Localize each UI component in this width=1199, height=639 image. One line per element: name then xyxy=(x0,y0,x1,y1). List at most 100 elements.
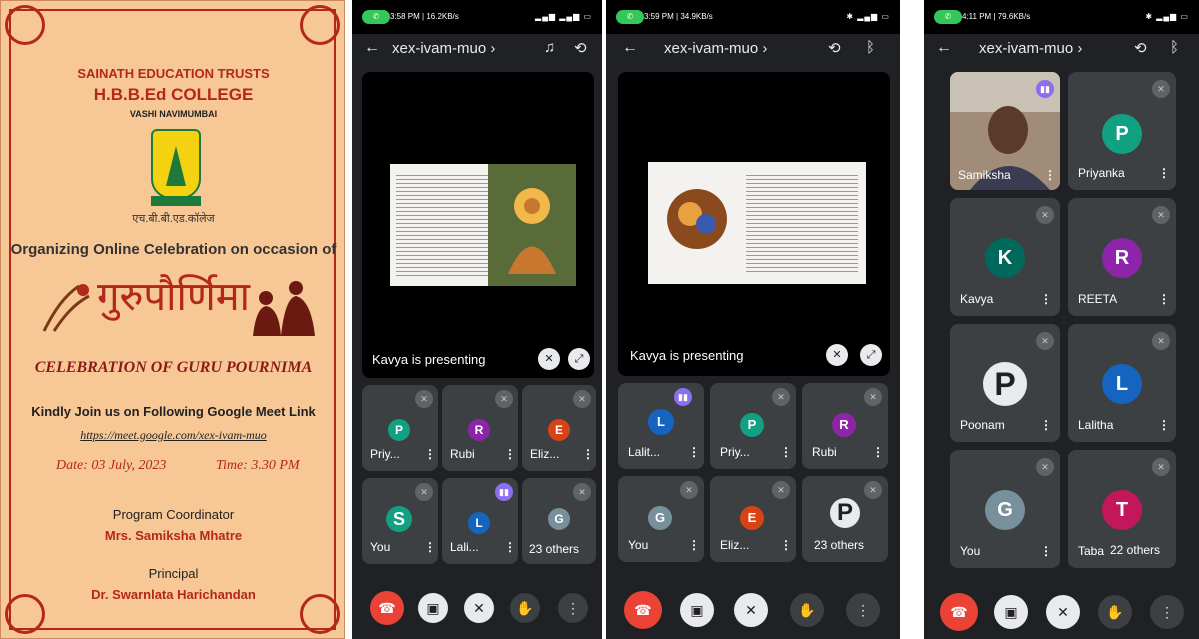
raise-hand-icon[interactable]: ✋ xyxy=(790,593,824,627)
bluetooth-icon[interactable]: ᛒ xyxy=(1170,39,1179,56)
avatar: L xyxy=(468,512,490,534)
participant-name: Lalit... xyxy=(628,445,661,459)
fullscreen-icon[interactable]: ⤢ xyxy=(568,348,590,370)
invite-text: Kindly Join us on Following Google Meet … xyxy=(31,404,316,419)
call-controls: ☎ ▣ ✕ ✋ ⋮ xyxy=(606,581,900,639)
mic-off-icon[interactable]: ✕ xyxy=(826,344,848,366)
mic-off-icon: ✕ xyxy=(1152,458,1170,476)
college-name-hindi: एच.बी.बी.एड.कॉलेज xyxy=(132,213,215,225)
raise-hand-icon[interactable]: ✋ xyxy=(1098,595,1132,629)
back-arrow-icon[interactable]: ← xyxy=(364,39,380,57)
mic-off-icon: ✕ xyxy=(864,481,882,499)
end-call-button[interactable]: ☎ xyxy=(940,593,978,631)
presenting-label: Kavya is presenting xyxy=(630,348,744,363)
status-time: 4:11 PM | 79.6KB/s xyxy=(962,12,1031,21)
participant-tile[interactable]: ▮▮ L Lali... ⋮ xyxy=(442,478,518,564)
participant-name: Taba xyxy=(1078,544,1105,558)
participant-tile[interactable]: ✕ R REETA ⋮ xyxy=(1068,198,1176,316)
participant-tile[interactable]: ✕ S You ⋮ xyxy=(362,478,438,564)
others-count: 22 others xyxy=(1106,541,1165,559)
switch-camera-icon[interactable]: ⟲ xyxy=(828,39,841,57)
participant-tile[interactable]: ✕ P Priy... ⋮ xyxy=(710,383,796,469)
participant-tile[interactable]: ✕ T Taba 22 others xyxy=(1068,450,1176,568)
avatar: G xyxy=(985,490,1025,530)
others-tile[interactable]: ✕ G 23 others xyxy=(522,478,596,564)
camera-off-icon[interactable]: ▣ xyxy=(994,595,1028,629)
corner-ornament-icon xyxy=(5,5,45,45)
meet-link[interactable]: https://meet.google.com/xex-ivam-muo xyxy=(1,428,344,443)
more-options-icon: ⋮ xyxy=(582,447,594,461)
more-options-icon: ⋮ xyxy=(1158,166,1170,180)
fullscreen-icon[interactable]: ⤢ xyxy=(860,344,882,366)
switch-camera-icon[interactable]: ⟲ xyxy=(1134,39,1147,57)
participant-name: You xyxy=(960,544,981,558)
more-options-icon: ⋮ xyxy=(780,445,792,459)
participant-name: You xyxy=(628,538,649,552)
avatar: E xyxy=(548,419,570,441)
mic-off-icon: ✕ xyxy=(495,390,513,408)
participant-tile[interactable]: ✕ P Priyanka ⋮ xyxy=(1068,72,1176,190)
call-controls: ☎ ▣ ✕ ✋ ⋮ xyxy=(352,581,602,639)
shared-slide xyxy=(390,164,576,286)
meet-screen-1: ✆ 3:58 PM | 16.2KB/s ▂▄▆ ▂▄▆ ▭ ← xex-iva… xyxy=(352,0,602,639)
switch-camera-icon[interactable]: ⟲ xyxy=(574,39,587,57)
avatar: G xyxy=(548,508,570,530)
mic-off-icon: ✕ xyxy=(573,390,591,408)
more-options-icon: ⋮ xyxy=(1040,418,1052,432)
raise-hand-icon[interactable]: ✋ xyxy=(510,593,540,623)
more-options-icon[interactable]: ⋮ xyxy=(558,593,588,623)
participant-tile[interactable]: ✕ R Rubi ⋮ xyxy=(802,383,888,469)
participant-tile-video[interactable]: ▮▮ Samiksha ⋮ xyxy=(950,72,1060,190)
more-options-icon[interactable]: ⋮ xyxy=(846,593,880,627)
participant-tile[interactable]: ✕ G You ⋮ xyxy=(950,450,1060,568)
participant-tile[interactable]: ✕ K Kavya ⋮ xyxy=(950,198,1060,316)
back-arrow-icon[interactable]: ← xyxy=(936,39,952,57)
meeting-header: ← xex-ivam-muo › ⟲ ᛒ xyxy=(924,34,1199,64)
avatar: P xyxy=(740,413,764,437)
mic-off-button[interactable]: ✕ xyxy=(734,593,768,627)
mic-off-icon[interactable]: ✕ xyxy=(538,348,560,370)
participant-name: Lali... xyxy=(450,540,479,554)
meeting-code[interactable]: xex-ivam-muo › xyxy=(664,40,767,57)
presentation-view[interactable]: Kavya is presenting ✕ ⤢ xyxy=(618,72,890,376)
mic-off-button[interactable]: ✕ xyxy=(464,593,494,623)
more-options-icon: ⋮ xyxy=(780,538,792,552)
headphones-icon[interactable]: ♫ xyxy=(544,39,555,56)
back-arrow-icon[interactable]: ← xyxy=(622,39,638,57)
meeting-code[interactable]: xex-ivam-muo › xyxy=(392,40,495,57)
participant-tile[interactable]: ✕ P Poonam ⋮ xyxy=(950,324,1060,442)
call-indicator: ✆ xyxy=(934,10,962,24)
coordinator-label: Program Coordinator xyxy=(112,507,235,522)
participant-tile[interactable]: ✕ E Eliz... ⋮ xyxy=(710,476,796,562)
call-indicator: ✆ xyxy=(616,10,644,24)
more-options-icon: ⋮ xyxy=(1158,292,1170,306)
more-options-icon: ⋮ xyxy=(504,447,516,461)
more-options-icon: ⋮ xyxy=(424,447,436,461)
bluetooth-icon[interactable]: ᛒ xyxy=(866,39,875,56)
corner-ornament-icon xyxy=(300,5,340,45)
participant-tile[interactable]: ✕ P Priy... ⋮ xyxy=(362,385,438,471)
mic-off-button[interactable]: ✕ xyxy=(1046,595,1080,629)
celebration-title: CELEBRATION OF GURU POURNIMA xyxy=(34,359,313,376)
avatar: E xyxy=(740,506,764,530)
end-call-button[interactable]: ☎ xyxy=(624,591,662,629)
end-call-button[interactable]: ☎ xyxy=(370,591,404,625)
participant-name: REETA xyxy=(1078,292,1118,306)
mic-off-icon: ✕ xyxy=(864,388,882,406)
participant-tile[interactable]: ✕ R Rubi ⋮ xyxy=(442,385,518,471)
participant-tile[interactable]: ✕ L Lalitha ⋮ xyxy=(1068,324,1176,442)
status-bar: ✆ 3:59 PM | 34.9KB/s ✱ ▂▄▆ ▭ xyxy=(606,0,900,34)
participant-tile[interactable]: ✕ E Eliz... ⋮ xyxy=(522,385,596,471)
camera-off-icon[interactable]: ▣ xyxy=(418,593,448,623)
participant-tile[interactable]: ▮▮ L Lalit... ⋮ xyxy=(618,383,704,469)
more-options-icon[interactable]: ⋮ xyxy=(1150,595,1184,629)
meeting-code[interactable]: xex-ivam-muo › xyxy=(979,40,1082,57)
buddha-image xyxy=(488,164,576,286)
presentation-view[interactable]: Kavya is presenting ✕ ⤢ xyxy=(362,72,594,378)
avatar: P xyxy=(1102,114,1142,154)
others-tile[interactable]: ✕ P 23 others xyxy=(802,476,888,562)
guru-disciple-silhouette-icon xyxy=(253,281,315,336)
participant-tile[interactable]: ✕ G You ⋮ xyxy=(618,476,704,562)
camera-off-icon[interactable]: ▣ xyxy=(680,593,714,627)
participant-name: Eliz... xyxy=(530,447,560,461)
